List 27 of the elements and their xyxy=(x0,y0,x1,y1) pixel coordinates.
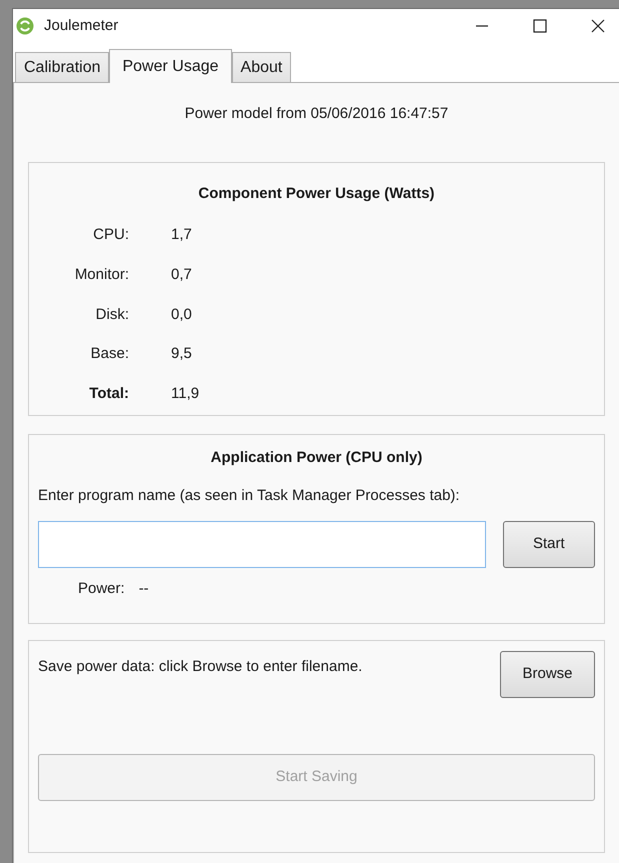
panel-title: Application Power (CPU only) xyxy=(210,448,424,468)
component-value: 9,5 xyxy=(171,344,192,364)
component-label: Total: xyxy=(88,384,129,404)
close-icon[interactable] xyxy=(591,19,605,33)
component-value: 0,7 xyxy=(171,264,192,285)
component-value: 11,9 xyxy=(171,384,200,404)
program-name-field[interactable] xyxy=(38,520,486,568)
window-title: Joulemeter xyxy=(44,16,118,36)
panel-title: Component Power Usage (Watts) xyxy=(197,184,436,204)
maximize-icon[interactable] xyxy=(533,19,547,33)
app-logo-icon xyxy=(16,17,34,35)
browse-button[interactable]: Browse xyxy=(500,650,595,698)
component-label: Monitor: xyxy=(74,264,129,285)
component-value: 0,0 xyxy=(171,304,192,325)
component-label: CPU: xyxy=(92,224,129,245)
tab[interactable]: About xyxy=(232,52,292,82)
component-label: Disk: xyxy=(94,304,129,325)
component-value: 1,7 xyxy=(171,224,192,245)
save-instructions: Save power data: click Browse to enter filename. xyxy=(38,656,362,676)
tab[interactable]: Calibration xyxy=(15,52,110,82)
power-label: Power: xyxy=(78,578,125,598)
power-model-info: Power model from 05/06/2016 16:47:57 xyxy=(184,104,450,124)
program-name-prompt: Enter program name (as seen in Task Manager Processes tab): xyxy=(38,486,461,506)
power-value: -- xyxy=(138,578,149,598)
component-label: Base: xyxy=(90,344,129,364)
tab[interactable]: Power Usage xyxy=(109,49,232,83)
start-button[interactable]: Start xyxy=(502,520,595,568)
